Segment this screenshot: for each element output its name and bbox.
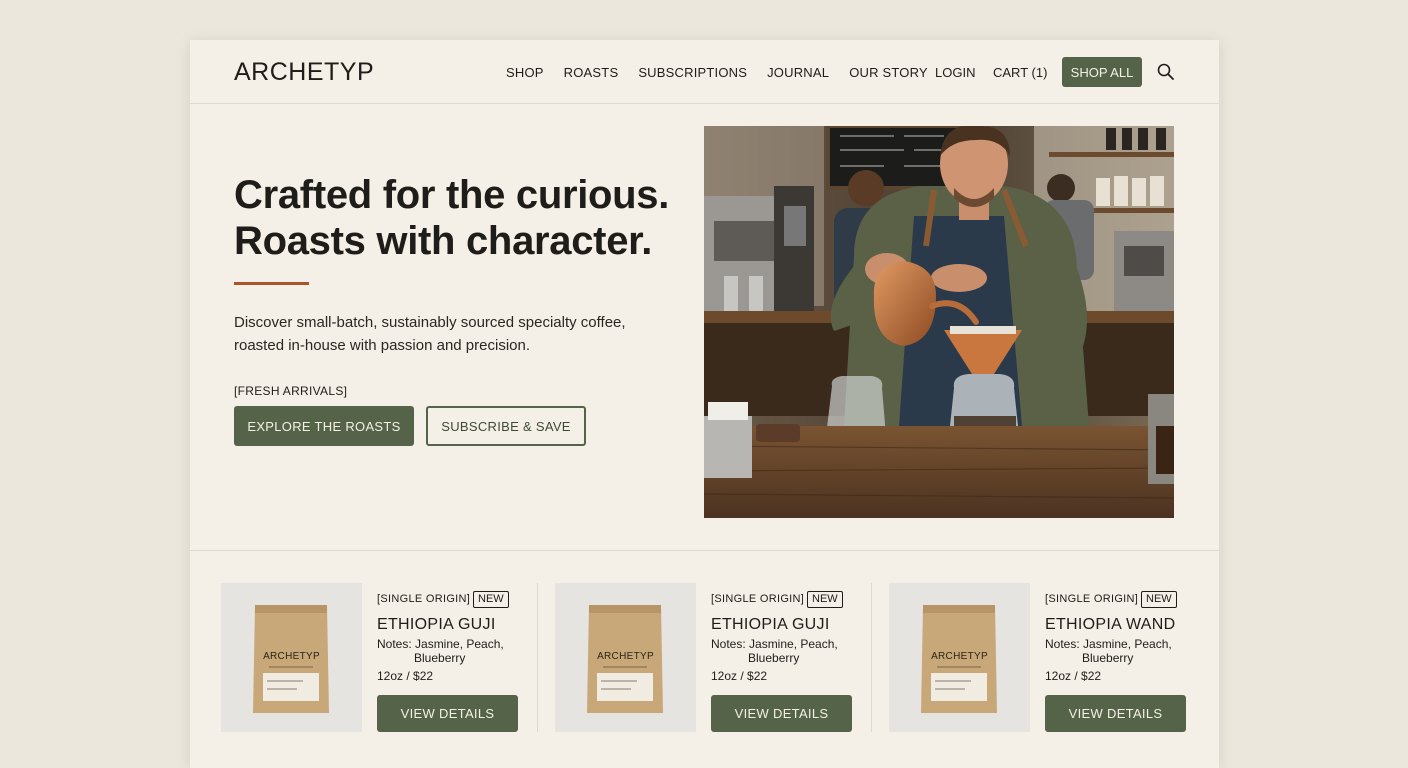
product-name[interactable]: ETHIOPIA GUJI [711, 616, 830, 634]
product-notes: Notes: Jasmine, Peach, Blueberry [711, 637, 851, 665]
product-category: [SINGLE ORIGIN] [1045, 593, 1139, 605]
product-notes-line-1: Notes: Jasmine, Peach, [1045, 637, 1172, 651]
nav-our-story[interactable]: OUR STORY [849, 65, 928, 80]
product-divider [871, 583, 872, 732]
product-card: ARCHETYP [SINGLE ORIGIN] NEW ETHIOPIA GU… [221, 583, 541, 733]
product-category: [SINGLE ORIGIN] [711, 593, 805, 605]
product-image[interactable]: ARCHETYP [555, 583, 696, 732]
shop-all-button[interactable]: SHOP ALL [1062, 57, 1142, 87]
product-card: ARCHETYP [SINGLE ORIGIN] NEW ETHIOPIA GU… [555, 583, 875, 733]
fresh-arrivals-tag: [FRESH ARRIVALS] [234, 384, 348, 398]
new-badge: NEW [473, 591, 509, 608]
section-divider [190, 550, 1219, 551]
bag-brand-label: ARCHETYP [597, 651, 654, 662]
new-badge: NEW [807, 591, 843, 608]
bag-brand-label: ARCHETYP [931, 651, 988, 662]
search-icon[interactable] [1156, 62, 1176, 82]
nav-journal[interactable]: JOURNAL [767, 65, 829, 80]
nav-shop[interactable]: SHOP [506, 65, 544, 80]
product-price: 12oz / $22 [377, 669, 434, 683]
view-details-button[interactable]: VIEW DETAILS [377, 695, 518, 732]
product-notes-line-1: Notes: Jasmine, Peach, [711, 637, 838, 651]
hero-title-line-2: Roasts with character. [234, 219, 653, 263]
hero-title-line-1: Crafted for the curious. [234, 173, 670, 217]
view-details-button[interactable]: VIEW DETAILS [1045, 695, 1186, 732]
bag-brand-label: ARCHETYP [263, 651, 320, 662]
hero-description-line-1: Discover small-batch, sustainably source… [234, 314, 626, 331]
hero-description-line-2: roasted in-house with passion and precis… [234, 337, 531, 354]
product-notes-line-1: Notes: Jasmine, Peach, [377, 637, 504, 651]
login-link[interactable]: LOGIN [935, 65, 975, 80]
main-nav: SHOP ROASTS SUBSCRIPTIONS JOURNAL OUR ST… [506, 65, 948, 80]
explore-roasts-button[interactable]: EXPLORE THE ROASTS [234, 406, 414, 446]
hero-title: Crafted for the curious. Roasts with cha… [234, 172, 694, 264]
nav-roasts[interactable]: ROASTS [564, 65, 619, 80]
product-name[interactable]: ETHIOPIA WAND [1045, 616, 1175, 634]
view-details-button[interactable]: VIEW DETAILS [711, 695, 852, 732]
product-price: 12oz / $22 [1045, 669, 1102, 683]
hero-description: Discover small-batch, sustainably source… [234, 311, 674, 357]
product-notes-line-2: Blueberry [1082, 651, 1134, 665]
cart-link[interactable]: CART (1) [993, 65, 1047, 80]
product-divider [537, 583, 538, 732]
product-image[interactable]: ARCHETYP [889, 583, 1030, 732]
product-image[interactable]: ARCHETYP [221, 583, 362, 732]
page-container: ARCHETYP SHOP ROASTS SUBSCRIPTIONS JOURN… [190, 40, 1219, 768]
new-badge: NEW [1141, 591, 1177, 608]
accent-rule [234, 282, 309, 285]
product-notes-line-2: Blueberry [748, 651, 800, 665]
product-notes-line-2: Blueberry [414, 651, 466, 665]
hero-image [704, 126, 1174, 518]
product-card: ARCHETYP [SINGLE ORIGIN] NEW ETHIOPIA WA… [889, 583, 1209, 733]
site-logo[interactable]: ARCHETYP [234, 58, 374, 87]
product-category: [SINGLE ORIGIN] [377, 593, 471, 605]
product-notes: Notes: Jasmine, Peach, Blueberry [1045, 637, 1185, 665]
product-price: 12oz / $22 [711, 669, 768, 683]
site-header: ARCHETYP SHOP ROASTS SUBSCRIPTIONS JOURN… [190, 40, 1219, 104]
nav-subscriptions[interactable]: SUBSCRIPTIONS [638, 65, 747, 80]
subscribe-save-button[interactable]: SUBSCRIBE & SAVE [426, 406, 586, 446]
product-notes: Notes: Jasmine, Peach, Blueberry [377, 637, 517, 665]
product-name[interactable]: ETHIOPIA GUJI [377, 616, 496, 634]
